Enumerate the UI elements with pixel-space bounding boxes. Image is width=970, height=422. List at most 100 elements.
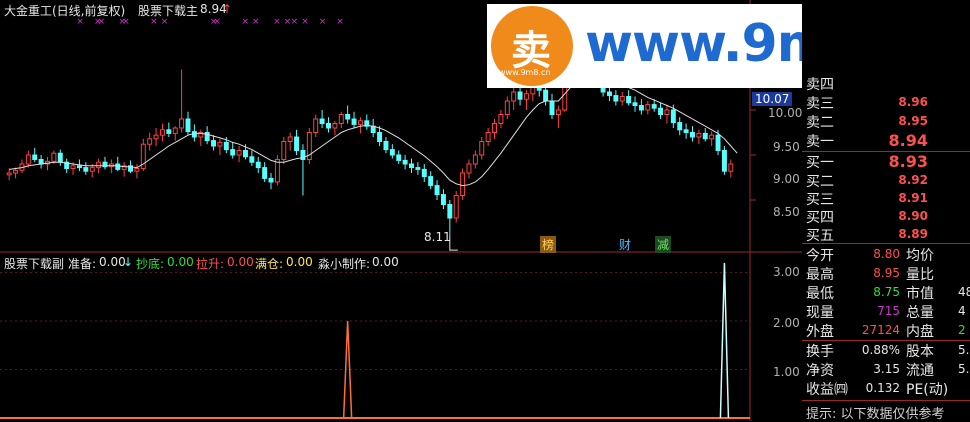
stat-row-outer: 外盘 27124 内盘 2 (802, 321, 970, 340)
candle-body (134, 168, 140, 172)
candle-body (472, 154, 478, 165)
ask-value: 8.95 (898, 114, 928, 128)
candle-body (415, 167, 421, 170)
bid-row-4[interactable]: 买四 8.90 (802, 207, 970, 226)
eps-label: 收益㈣ (806, 382, 848, 398)
candle-body (287, 136, 293, 142)
candle-body (281, 141, 287, 160)
indicator-tick: 2.00 (773, 316, 800, 330)
signal-mark: × (319, 17, 327, 27)
signal-mark: × (301, 17, 309, 27)
ask-row-2[interactable]: 卖二 8.95 (802, 112, 970, 131)
low-value: 8.75 (873, 285, 900, 299)
ask-value: 8.96 (898, 95, 928, 109)
bid-row-2[interactable]: 买二 8.92 (802, 171, 970, 190)
inner-value: 2 (958, 323, 966, 337)
ask-row-1[interactable]: 卖一 8.94 (802, 131, 970, 150)
low-marker (449, 235, 458, 251)
candle-body (709, 134, 715, 140)
bid-row-5[interactable]: 买五 8.89 (802, 225, 970, 244)
candle-body (677, 122, 683, 131)
ask-label: 卖一 (806, 134, 834, 150)
nav-label: 净资 (806, 363, 834, 379)
candle-body (626, 96, 632, 104)
candle-body (543, 89, 549, 102)
signal-mark: × (291, 17, 299, 27)
badge-bang[interactable]: 榜 (540, 236, 557, 253)
quote-panel: 卖四 卖三 8.96 卖二 8.95 卖一 8.94 买一 8.93 买二 8.… (802, 0, 970, 422)
bid-row-1[interactable]: 买一 8.93 (802, 152, 970, 171)
avg-label: 均价 (906, 248, 934, 264)
cur-vol-label: 现量 (806, 305, 834, 321)
candle-body (440, 194, 446, 206)
candle-body (645, 104, 651, 111)
total-vol-value: 4 (958, 304, 966, 318)
ask-value: 8.94 (888, 131, 928, 150)
lasheng-label: 拉升: (196, 257, 225, 271)
candle-body (421, 168, 427, 178)
high-label: 最高 (806, 267, 834, 283)
candle-body (728, 163, 734, 172)
total-vol-label: 总量 (906, 305, 934, 321)
stat-row-curvol: 现量 715 总量 4 (802, 302, 970, 321)
candle-body (172, 127, 178, 134)
stat-row-high: 最高 8.95 量比 (802, 264, 970, 283)
candle-body (702, 132, 708, 140)
candle-body (76, 165, 82, 169)
chaodi-label: 抄底: (136, 257, 165, 271)
candle-body (715, 134, 721, 151)
candle-body (268, 177, 274, 183)
low-label: 最低 (806, 286, 834, 302)
turnover-label: 换手 (806, 344, 834, 360)
candle-body (460, 172, 466, 196)
badge-cai[interactable]: 财 (617, 236, 633, 253)
bid-label: 买三 (806, 192, 834, 208)
candle-body (249, 156, 255, 163)
price-tick: 9.50 (773, 140, 800, 154)
bid-value: 8.91 (898, 191, 928, 205)
divider (802, 243, 970, 244)
stock-title: 大金重工(日线,前复权) (4, 4, 126, 18)
candle-body (217, 141, 223, 147)
candle-body (696, 132, 702, 138)
candle-body (6, 172, 12, 176)
bid-row-3[interactable]: 买三 8.91 (802, 189, 970, 208)
candle-body (396, 154, 402, 161)
ask-row-4[interactable]: 卖四 (802, 74, 970, 93)
candle-body (606, 91, 612, 97)
nav-value: 3.15 (873, 362, 900, 376)
inner-label: 内盘 (906, 324, 934, 340)
ask-row-3[interactable]: 卖三 8.96 (802, 93, 970, 112)
candle-body (670, 109, 676, 124)
candle-body (332, 123, 338, 129)
candle-body (57, 152, 63, 163)
candle-body (153, 134, 159, 140)
candle-body (479, 141, 485, 156)
candle-body (345, 114, 351, 120)
candle-body (319, 118, 325, 124)
outer-value: 27124 (861, 323, 900, 337)
indicator-tick: 1.00 (773, 365, 800, 379)
badge-jian[interactable]: 减 (655, 236, 672, 253)
candle-body (466, 163, 472, 174)
candle-body (409, 163, 414, 169)
candle-body (632, 102, 638, 107)
up-arrow-icon: ↑ (222, 2, 233, 16)
candle-body (638, 105, 644, 111)
mancang-label: 满仓: (255, 257, 284, 271)
candle-body (166, 129, 172, 134)
candle-body (434, 185, 440, 196)
ask-label: 卖三 (806, 96, 834, 112)
pe-label: PE(动) (906, 382, 949, 398)
shares-label: 股本 (906, 344, 934, 360)
tip-text: 提示: 以下数据仅供参考 (806, 407, 945, 422)
candle-body (370, 125, 376, 133)
candle-body (211, 140, 217, 147)
candle-body (96, 161, 102, 169)
bid-label: 买二 (806, 174, 834, 190)
candle-body (447, 204, 453, 219)
candle-body (651, 104, 657, 109)
candle-body (25, 154, 31, 165)
candle-body (326, 123, 331, 129)
zhunbei-value: 0.00 (99, 255, 126, 269)
